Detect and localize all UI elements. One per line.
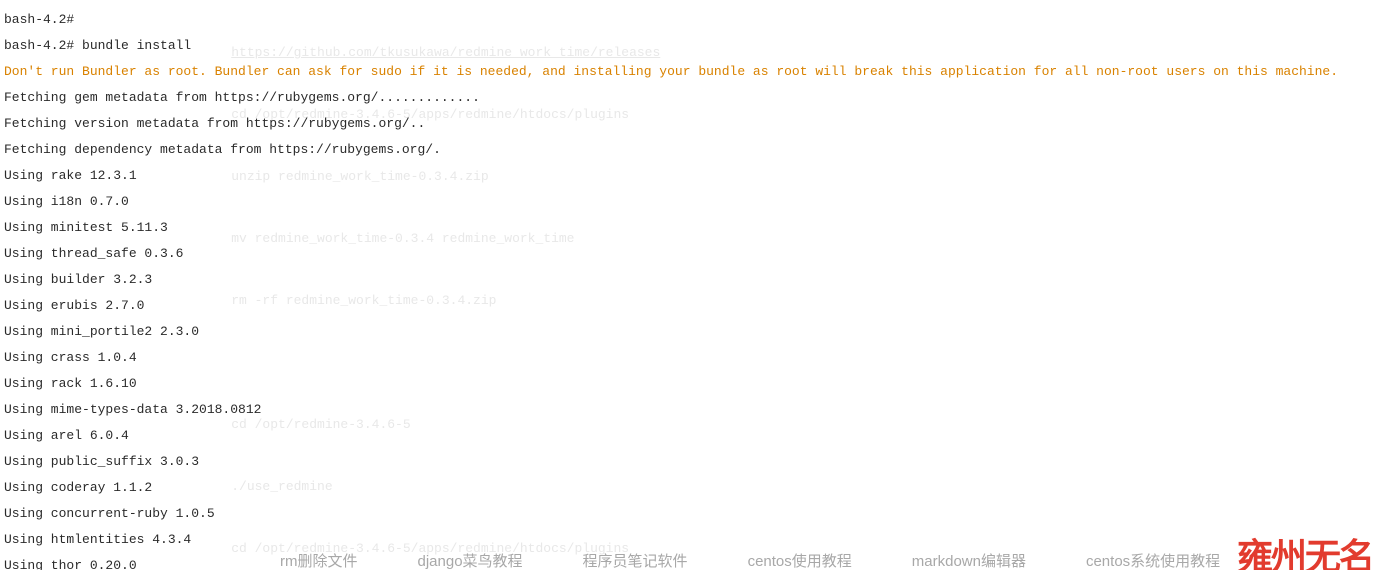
terminal-line: bash-4.2# bundle install	[4, 39, 1338, 52]
terminal-line: Using crass 1.0.4	[4, 351, 1338, 364]
terminal-line: Using thor 0.20.0	[4, 559, 1338, 570]
terminal-line: Using builder 3.2.3	[4, 273, 1338, 286]
terminal-line: Using i18n 0.7.0	[4, 195, 1338, 208]
terminal-line: Using htmlentities 4.3.4	[4, 533, 1338, 546]
terminal-line: bash-4.2#	[4, 13, 1338, 26]
terminal-line: Using public_suffix 3.0.3	[4, 455, 1338, 468]
terminal-line: Fetching gem metadata from https://rubyg…	[4, 91, 1338, 104]
terminal-line: Using mini_portile2 2.3.0	[4, 325, 1338, 338]
terminal-line: Using coderay 1.1.2	[4, 481, 1338, 494]
terminal-output: bash-4.2# bash-4.2# bundle install Don't…	[4, 0, 1338, 570]
terminal-line: Using concurrent-ruby 1.0.5	[4, 507, 1338, 520]
terminal-line: Using erubis 2.7.0	[4, 299, 1338, 312]
terminal-line: Fetching dependency metadata from https:…	[4, 143, 1338, 156]
terminal-line: Using minitest 5.11.3	[4, 221, 1338, 234]
terminal-line: Using rack 1.6.10	[4, 377, 1338, 390]
terminal-line: Fetching version metadata from https://r…	[4, 117, 1338, 130]
terminal-line: Using rake 12.3.1	[4, 169, 1338, 182]
terminal-line: Using thread_safe 0.3.6	[4, 247, 1338, 260]
bundler-warning: Don't run Bundler as root. Bundler can a…	[4, 65, 1338, 78]
terminal-line: Using arel 6.0.4	[4, 429, 1338, 442]
watermark: 雍州无名	[1237, 551, 1373, 564]
terminal-line: Using mime-types-data 3.2018.0812	[4, 403, 1338, 416]
